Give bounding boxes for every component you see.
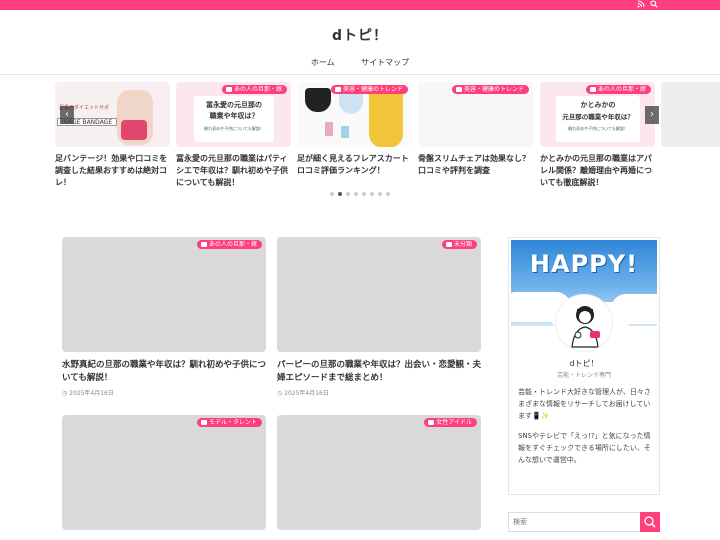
top-bar <box>0 0 720 10</box>
category-badge[interactable]: モデル・タレント <box>196 418 262 427</box>
slide-title[interactable]: 足バンテージ！効果や口コミを調査した結果おすすめは絶対コレ！ <box>55 153 170 189</box>
slide-thumbnail: 美容・健康のトレンド <box>297 82 412 147</box>
post-title[interactable]: パーピーの旦那の職業や年収は？出会い・恋愛観・夫婦エピソードまで総まとめ！ <box>277 359 481 385</box>
profile-bio: 芸能・トレンド大好きな管理人が、日々さまざまな情報をリサーチしてお届けしています… <box>518 386 654 466</box>
nav-item-home[interactable]: ホーム <box>311 57 335 68</box>
site-title[interactable]: dトピ！ <box>0 25 720 45</box>
carousel-prev-arrow[interactable]: ‹ <box>60 106 74 124</box>
slide-thumbnail: 冨永愛の元旦那の 職業や年収は？ 馴れ初めや子供についても解説！ あの人の旦那・… <box>176 82 291 147</box>
rss-icon[interactable] <box>636 0 646 10</box>
folder-icon <box>225 87 232 92</box>
carousel-next-arrow[interactable]: › <box>645 106 659 124</box>
carousel-dot[interactable] <box>330 192 334 196</box>
carousel-dot[interactable] <box>338 192 342 196</box>
carousel-slide[interactable]: 美容・健康のトレンド 骨盤スリムチェアは効果なし？口コミや評判を調査 <box>418 82 533 177</box>
banner-text: HAPPY! <box>529 250 639 278</box>
profile-bio-paragraph: 芸能・トレンド大好きな管理人が、日々さまざまな情報をリサーチしてお届けしています… <box>518 388 651 420</box>
slide-thumb-text: かとみかの <box>580 101 616 109</box>
post-date: ◷ 2025年4月16日 <box>277 390 329 397</box>
folder-icon <box>428 420 435 425</box>
category-badge[interactable]: 美容・健康のトレンド <box>330 85 408 94</box>
slide-thumbnail: かとみかの 元旦那の職業や年収は？ 馴れ初めや子供についても解説！ あの人の旦那… <box>540 82 655 147</box>
category-badge[interactable]: 美容・健康のトレンド <box>451 85 529 94</box>
post-date: ◷ 2025年4月16日 <box>62 390 114 397</box>
profile-widget: HAPPY! dトピ！ 芸能・トレンド専門 芸能・トレンド大好きな管理人が、日々… <box>508 237 660 495</box>
post-card[interactable]: モデル・タレント <box>62 415 266 530</box>
folder-icon <box>200 420 207 425</box>
post-thumbnail[interactable]: モデル・タレント <box>62 415 266 530</box>
slide-title[interactable]: 骨盤スリムチェアは効果なし？口コミや評判を調査 <box>418 153 533 177</box>
slide-thumb-text: 冨永愛の元旦那の <box>206 101 262 109</box>
folder-icon <box>455 87 462 92</box>
site-header: dトピ！ ホーム サイトマップ <box>0 10 720 75</box>
slide-thumb-text: 職業や年収は？ <box>209 112 259 120</box>
search-icon <box>644 516 656 528</box>
global-nav: ホーム サイトマップ <box>0 57 720 68</box>
slide-thumb-text: 馴れ初めや子供についても解説！ <box>568 126 628 131</box>
slide-thumb-text: 元旦那の職業や年収は？ <box>562 113 634 121</box>
search-input[interactable] <box>508 512 641 532</box>
carousel-dot[interactable] <box>362 192 366 196</box>
slide-thumbnail: 美容・健康のトレンド <box>418 82 533 147</box>
carousel-slide[interactable] <box>661 82 720 147</box>
carousel-slide[interactable]: 美容・健康のトレンド 足が細く見えるフレアスカートロコミ評価ランキング！ <box>297 82 412 177</box>
folder-icon <box>200 242 207 247</box>
carousel-dot[interactable] <box>346 192 350 196</box>
folder-icon <box>445 242 452 247</box>
post-card[interactable]: 女性アイドル <box>277 415 481 530</box>
slide-title[interactable]: かとみかの元旦那の職業はアパレル関係？離婚理由や再婚についても徹底解説！ <box>540 153 655 189</box>
carousel-slide[interactable]: 冨永愛の元旦那の 職業や年収は？ 馴れ初めや子供についても解説！ あの人の旦那・… <box>176 82 291 189</box>
post-thumbnail[interactable]: あの人の旦那・嫁 <box>62 237 266 352</box>
post-thumbnail[interactable]: 女性アイドル <box>277 415 481 530</box>
folder-icon <box>589 87 596 92</box>
category-badge[interactable]: あの人の旦那・嫁 <box>585 85 651 94</box>
carousel-dots <box>0 192 720 196</box>
slide-title[interactable]: 足が細く見えるフレアスカートロコミ評価ランキング！ <box>297 153 412 177</box>
category-badge[interactable]: 女性アイドル <box>424 418 477 427</box>
category-badge[interactable]: あの人の旦那・嫁 <box>196 240 262 249</box>
slide-title[interactable]: 冨永愛の元旦那の職業はパティシエで年収は？馴れ初めや子供についても解説！ <box>176 153 291 189</box>
post-card[interactable]: 未分類 パーピーの旦那の職業や年収は？出会い・恋愛観・夫婦エピソードまで総まとめ… <box>277 237 481 397</box>
carousel-dot[interactable] <box>386 192 390 196</box>
slide-thumb-text: 馴れ初めや子供についても解説！ <box>204 126 264 131</box>
nav-item-sitemap[interactable]: サイトマップ <box>361 57 409 68</box>
avatar <box>555 294 613 352</box>
slide-thumbnail <box>661 82 720 147</box>
carousel-slide[interactable]: INAGE BANDAGE 足長のダイエットサポ 足バンテージ！効果や口コミを調… <box>55 82 170 189</box>
profile-bio-paragraph: SNSやテレビで「えっ!?」と気になった情報をすぐチェックできる場所にしたい、そ… <box>518 432 651 464</box>
profile-name: dトピ！ <box>569 359 599 368</box>
search-button[interactable] <box>640 512 660 532</box>
folder-icon <box>334 87 341 92</box>
category-badge[interactable]: あの人の旦那・嫁 <box>221 85 287 94</box>
post-card[interactable]: あの人の旦那・嫁 水野真紀の旦那の職業や年収は？馴れ初めや子供についても解説！ … <box>62 237 266 397</box>
carousel-dot[interactable] <box>370 192 374 196</box>
carousel-dot[interactable] <box>378 192 382 196</box>
post-title[interactable]: 水野真紀の旦那の職業や年収は？馴れ初めや子供についても解説！ <box>62 359 266 385</box>
post-thumbnail[interactable]: 未分類 <box>277 237 481 352</box>
carousel-dot[interactable] <box>354 192 358 196</box>
search-icon[interactable] <box>649 0 659 10</box>
profile-subtitle: 芸能・トレンド専門 <box>556 372 611 379</box>
category-badge[interactable]: 未分類 <box>441 240 477 249</box>
carousel-slide[interactable]: かとみかの 元旦那の職業や年収は？ 馴れ初めや子供についても解説！ あの人の旦那… <box>540 82 655 189</box>
featured-carousel: INAGE BANDAGE 足長のダイエットサポ 足バンテージ！効果や口コミを調… <box>0 78 720 203</box>
sidebar-search <box>508 512 660 532</box>
